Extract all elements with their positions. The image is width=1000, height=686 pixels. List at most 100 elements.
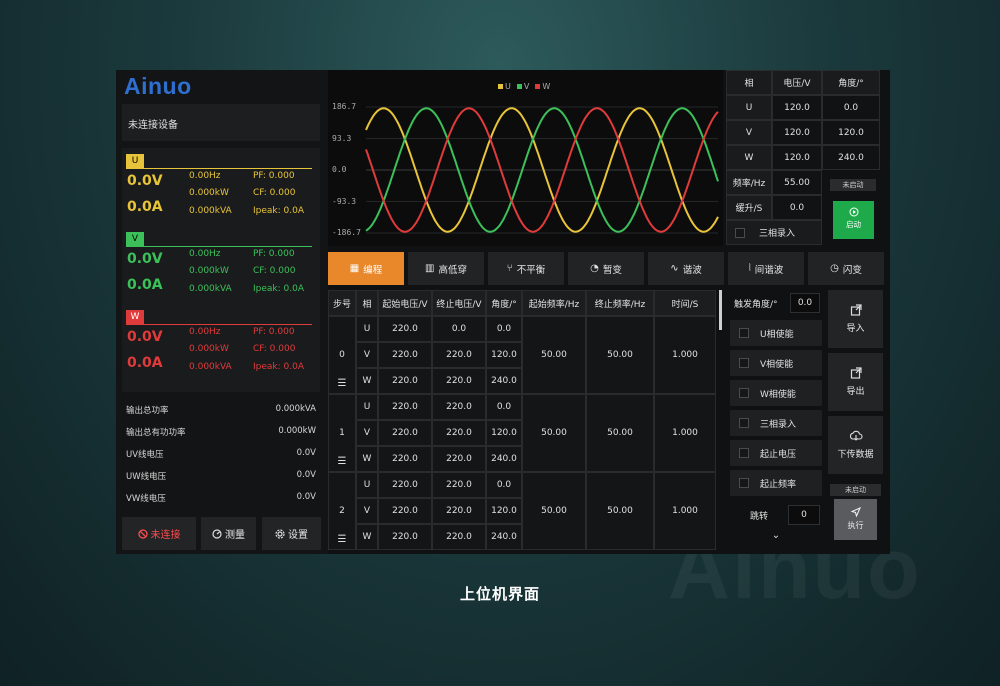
step-time[interactable]: 1.000 [654, 316, 716, 394]
phase-table-value[interactable]: 0.0 [822, 95, 880, 120]
checkbox-box[interactable] [739, 328, 749, 338]
disconnect-icon [137, 528, 148, 539]
phase-tag: W [126, 310, 144, 324]
menu-icon[interactable]: ☰ [338, 378, 347, 389]
step-value-cell[interactable]: 220.0 [378, 524, 432, 550]
tab-speed[interactable]: ◔ 暂变 [568, 252, 644, 285]
scrollbar[interactable] [719, 290, 722, 330]
checkbox-1[interactable]: V相使能 [730, 350, 822, 376]
phase-table-value[interactable]: 120.0 [772, 120, 822, 145]
chevron-down-icon[interactable]: ⌄ [730, 530, 822, 550]
start-button[interactable]: 启动 [833, 201, 874, 239]
tab-bar-chart[interactable]: ▥ 高低穿 [408, 252, 484, 285]
disconnect-button[interactable]: 未连接 [122, 517, 196, 550]
jump-input[interactable]: 0 [788, 505, 820, 525]
step-end-freq[interactable]: 50.00 [586, 316, 654, 394]
checkbox-4[interactable]: 起止电压 [730, 440, 822, 466]
checkbox-box[interactable] [735, 227, 745, 238]
step-value-cell[interactable]: 240.0 [486, 368, 522, 394]
step-value-cell[interactable]: 0.0 [486, 394, 522, 420]
step-time[interactable]: 1.000 [654, 394, 716, 472]
step-value-cell[interactable]: 220.0 [378, 394, 432, 420]
step-value-cell[interactable]: 0.0 [486, 472, 522, 498]
checkbox-box[interactable] [739, 478, 749, 488]
phase-table-ramp-label: 缓升/S [726, 195, 772, 220]
step-value-cell[interactable]: 240.0 [486, 524, 522, 550]
step-value-cell[interactable]: 220.0 [378, 342, 432, 368]
phase-current: 0.0A [127, 277, 163, 293]
settings-button[interactable]: 设置 [262, 517, 321, 550]
step-value-cell[interactable]: 220.0 [378, 316, 432, 342]
disconnect-label: 未连接 [150, 530, 181, 541]
step-phase-cell: U [356, 472, 378, 498]
step-value-cell[interactable]: 220.0 [432, 342, 486, 368]
settings-label: 设置 [288, 530, 308, 541]
step-phase-cell: U [356, 394, 378, 420]
step-start-freq[interactable]: 50.00 [522, 394, 586, 472]
download-data-button[interactable]: 下传数据 [828, 416, 883, 474]
step-value-cell[interactable]: 0.0 [486, 316, 522, 342]
export-button[interactable]: 导出 [828, 353, 883, 411]
step-value-cell[interactable]: 0.0 [432, 316, 486, 342]
tab-waveform[interactable]: ⦚ 间谐波 [728, 252, 804, 285]
trigger-angle-input[interactable]: 0.0 [790, 293, 820, 313]
total-label: 输出总有功功率 [126, 428, 186, 438]
checkbox-box[interactable] [739, 448, 749, 458]
phase-readings: U 0.0V 0.0A 0.00Hz 0.000kW 0.000kVA PF: 0.000 C… [122, 148, 320, 392]
menu-icon[interactable]: ☰ [338, 456, 347, 467]
checkbox-box[interactable] [739, 418, 749, 428]
phase-divider [126, 246, 312, 247]
step-value-cell[interactable]: 220.0 [378, 446, 432, 472]
phase-pf: PF: 0.000 [253, 327, 295, 337]
tab-clock[interactable]: ◷ 闪变 [808, 252, 884, 285]
step-value-cell[interactable]: 220.0 [432, 446, 486, 472]
menu-icon[interactable]: ☰ [338, 534, 347, 545]
checkbox-3[interactable]: 三相录入 [730, 410, 822, 436]
step-value-cell[interactable]: 220.0 [378, 420, 432, 446]
step-value-cell[interactable]: 220.0 [378, 498, 432, 524]
step-end-freq[interactable]: 50.00 [586, 472, 654, 550]
gauge-icon [212, 528, 222, 539]
step-value-cell[interactable]: 240.0 [486, 446, 522, 472]
phase-table-value[interactable]: 120.0 [772, 95, 822, 120]
step-end-freq[interactable]: 50.00 [586, 394, 654, 472]
tab-chart[interactable]: ▦ 编程 [328, 252, 404, 285]
step-start-freq[interactable]: 50.00 [522, 472, 586, 550]
tab-wave[interactable]: ∿ 谐波 [648, 252, 724, 285]
checkbox-0[interactable]: U相使能 [730, 320, 822, 346]
checkbox-box[interactable] [739, 388, 749, 398]
checkbox-box[interactable] [739, 358, 749, 368]
measure-button[interactable]: 测量 [201, 517, 256, 550]
step-value-cell[interactable]: 220.0 [432, 420, 486, 446]
tab-branch[interactable]: ⑂ 不平衡 [488, 252, 564, 285]
phase-table-value[interactable]: 120.0 [822, 120, 880, 145]
page-caption: 上位机界面 [459, 585, 540, 603]
step-value-cell[interactable]: 120.0 [486, 420, 522, 446]
step-value-cell[interactable]: 220.0 [432, 394, 486, 420]
three-phase-record-checkbox[interactable]: 三相录入 [726, 220, 822, 245]
step-value-cell[interactable]: 220.0 [432, 368, 486, 394]
phase-table-value[interactable]: 120.0 [772, 145, 822, 170]
checkbox-5[interactable]: 起止频率 [730, 470, 822, 496]
step-value-cell[interactable]: 220.0 [378, 472, 432, 498]
step-value-cell[interactable]: 220.0 [432, 472, 486, 498]
step-start-freq[interactable]: 50.00 [522, 316, 586, 394]
import-icon [850, 304, 862, 316]
import-button[interactable]: 导入 [828, 290, 883, 348]
step-value-cell[interactable]: 120.0 [486, 342, 522, 368]
step-value-cell[interactable]: 220.0 [432, 524, 486, 550]
step-phase-cell: V [356, 498, 378, 524]
step-time[interactable]: 1.000 [654, 472, 716, 550]
phase-cf: CF: 0.000 [253, 188, 296, 198]
checkbox-2[interactable]: W相使能 [730, 380, 822, 406]
step-phase-cell: W [356, 524, 378, 550]
step-value-cell[interactable]: 220.0 [432, 498, 486, 524]
phase-table-freq-value[interactable]: 55.00 [772, 170, 822, 195]
phase-current: 0.0A [127, 199, 163, 215]
step-value-cell[interactable]: 220.0 [378, 368, 432, 394]
execute-button[interactable]: 执行 [834, 499, 877, 540]
phase-table-ramp-value[interactable]: 0.0 [772, 195, 822, 220]
phase-table-value[interactable]: 240.0 [822, 145, 880, 170]
step-value-cell[interactable]: 120.0 [486, 498, 522, 524]
total-value: 0.000kVA [275, 404, 316, 414]
